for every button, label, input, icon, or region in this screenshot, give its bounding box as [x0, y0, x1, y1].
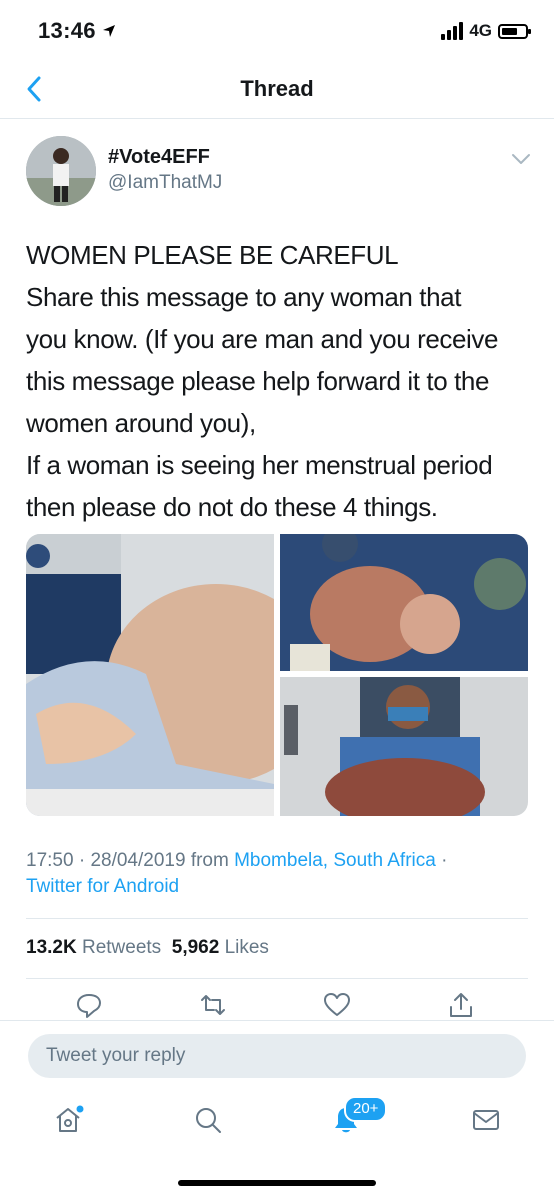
search-icon	[196, 1108, 221, 1133]
retweets-count: 13.2K	[26, 937, 77, 958]
reply-icon	[77, 994, 101, 1018]
divider	[0, 1020, 554, 1021]
likes-count: 5,962	[171, 937, 220, 958]
status-indicators: 4G	[441, 20, 531, 42]
tweet-text-line: then please do not do these 4 things.	[26, 492, 438, 522]
tweet-meta: 17:50 · 28/04/2019 from Mbombela, South …	[26, 848, 536, 900]
tweet-date: 28/04/2019	[90, 850, 186, 871]
retweets-stat[interactable]: 13.2K Retweets	[26, 937, 161, 958]
tweet-text: WOMEN PLEASE BE CAREFUL Share this messa…	[26, 234, 536, 528]
likes-stat[interactable]: 5,962 Likes	[172, 937, 269, 958]
nav-divider	[0, 118, 554, 119]
media-photo[interactable]	[280, 534, 528, 671]
tab-messages[interactable]	[466, 1100, 506, 1140]
likes-label: Likes	[224, 937, 269, 958]
reply-placeholder: Tweet your reply	[46, 1045, 186, 1066]
reply-input[interactable]: Tweet your reply	[28, 1034, 526, 1078]
network-type: 4G	[469, 21, 492, 40]
clock-text: 13:46	[38, 18, 96, 43]
divider	[26, 918, 528, 919]
tweet-text-line: WOMEN PLEASE BE CAREFUL	[26, 240, 399, 270]
tweet-options-button[interactable]	[508, 146, 534, 172]
tab-search[interactable]	[188, 1100, 228, 1140]
status-time: 13:46	[38, 18, 116, 44]
tweet-text-line: women around you),	[26, 408, 256, 438]
notifications-badge: 20+	[344, 1096, 388, 1122]
battery-icon	[498, 23, 531, 39]
tweet-text-line: you know. (If you are man and you receiv…	[26, 324, 499, 354]
location-link[interactable]: Mbombela, South Africa	[234, 850, 436, 871]
caret-down-icon	[512, 154, 530, 164]
tweet-text-line: this message please help forward it to t…	[26, 366, 490, 396]
avatar[interactable]	[26, 136, 96, 206]
signal-icon	[441, 22, 464, 40]
media-photo[interactable]	[280, 677, 528, 816]
client-link[interactable]: Twitter for Android	[26, 876, 179, 897]
user-handle[interactable]: @IamThatMJ	[108, 172, 222, 194]
retweet-icon	[201, 995, 225, 1015]
meta-separator: ·	[441, 850, 448, 871]
tweet-stats: 13.2K Retweets 5,962 Likes	[26, 937, 269, 959]
tweet-text-line: If a woman is seeing her menstrual perio…	[26, 450, 493, 480]
divider	[26, 978, 528, 979]
retweets-label: Retweets	[81, 937, 162, 958]
home-icon	[56, 1105, 84, 1132]
media-grid	[26, 534, 528, 816]
media-photo[interactable]	[26, 534, 274, 816]
tweet-time: 17:50	[26, 850, 74, 871]
tweet-text-line: Share this message to any woman that	[26, 282, 462, 312]
display-name[interactable]: #Vote4EFF	[108, 146, 210, 169]
meta-separator: ·	[78, 850, 86, 871]
messages-icon	[473, 1110, 499, 1130]
tab-home[interactable]	[48, 1100, 88, 1140]
home-indicator	[178, 1180, 376, 1186]
share-icon	[450, 993, 472, 1017]
location-arrow-icon	[102, 18, 116, 44]
from-label: from	[190, 850, 229, 871]
like-icon	[324, 993, 350, 1016]
page-title: Thread	[240, 76, 314, 101]
